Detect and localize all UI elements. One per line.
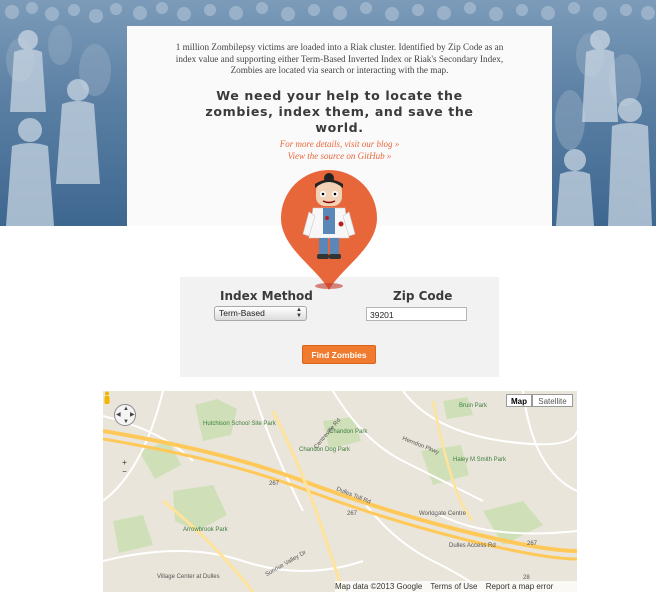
index-method-value: Term-Based bbox=[219, 308, 265, 318]
map-label-bruin-park: Bruin Park bbox=[459, 403, 488, 409]
zoom-out-button[interactable]: − bbox=[120, 467, 129, 476]
report-map-error-link[interactable]: Report a map error bbox=[486, 582, 554, 591]
route-label: 267 bbox=[347, 511, 358, 517]
zombie-location-pin-icon bbox=[281, 170, 377, 290]
map-view[interactable]: Hutchison School Site Park Chandon Park … bbox=[103, 391, 577, 592]
map-label-chandon-dog-park: Chandon Dog Park bbox=[299, 447, 351, 453]
map-pan-control[interactable]: ▲ ▼ ◀ ▶ bbox=[114, 404, 136, 426]
zoom-in-button[interactable]: + bbox=[120, 458, 129, 467]
tagline: We need your help to locate the zombies,… bbox=[205, 88, 474, 135]
map-label-hutchison: Hutchison School Site Park bbox=[203, 421, 276, 427]
map-attribution: Map data ©2013 Google Terms of Use Repor… bbox=[335, 581, 577, 592]
search-form: Index Method Term-Based ▲ ▼ Zip Code 3920… bbox=[180, 277, 499, 377]
zip-code-input[interactable]: 39201 bbox=[366, 307, 467, 321]
map-label-haley-smith: Haley M Smith Park bbox=[453, 457, 507, 463]
find-zombies-button[interactable]: Find Zombies bbox=[302, 345, 376, 364]
map-type-map-button[interactable]: Map bbox=[506, 394, 532, 407]
map-label-village-center: Village Center at Dulles bbox=[157, 574, 220, 580]
index-method-select[interactable]: Term-Based ▲ ▼ bbox=[214, 306, 307, 321]
intro-description: 1 million Zombilepsy victims are loaded … bbox=[175, 42, 504, 75]
terms-of-use-link[interactable]: Terms of Use bbox=[430, 582, 477, 591]
map-zoom-control[interactable]: + − bbox=[120, 458, 129, 476]
map-label-arrowbrook: Arrowbrook Park bbox=[183, 527, 228, 533]
map-label-dulles-access: Dulles Access Rd bbox=[449, 543, 496, 549]
zip-code-label: Zip Code bbox=[393, 289, 453, 303]
route-label: 267 bbox=[269, 481, 280, 487]
blog-link[interactable]: For more details, visit our blog » bbox=[127, 139, 552, 149]
street-view-pegman-icon[interactable] bbox=[103, 391, 111, 405]
map-type-satellite-button[interactable]: Satellite bbox=[532, 394, 573, 407]
github-source-link[interactable]: View the source on GitHub » bbox=[127, 151, 552, 161]
select-arrows-icon: ▲ ▼ bbox=[296, 307, 302, 319]
map-label-worldgate: Worldgate Centre bbox=[419, 511, 466, 517]
map-data-credit: Map data ©2013 Google bbox=[335, 582, 423, 591]
route-label: 267 bbox=[527, 541, 538, 547]
